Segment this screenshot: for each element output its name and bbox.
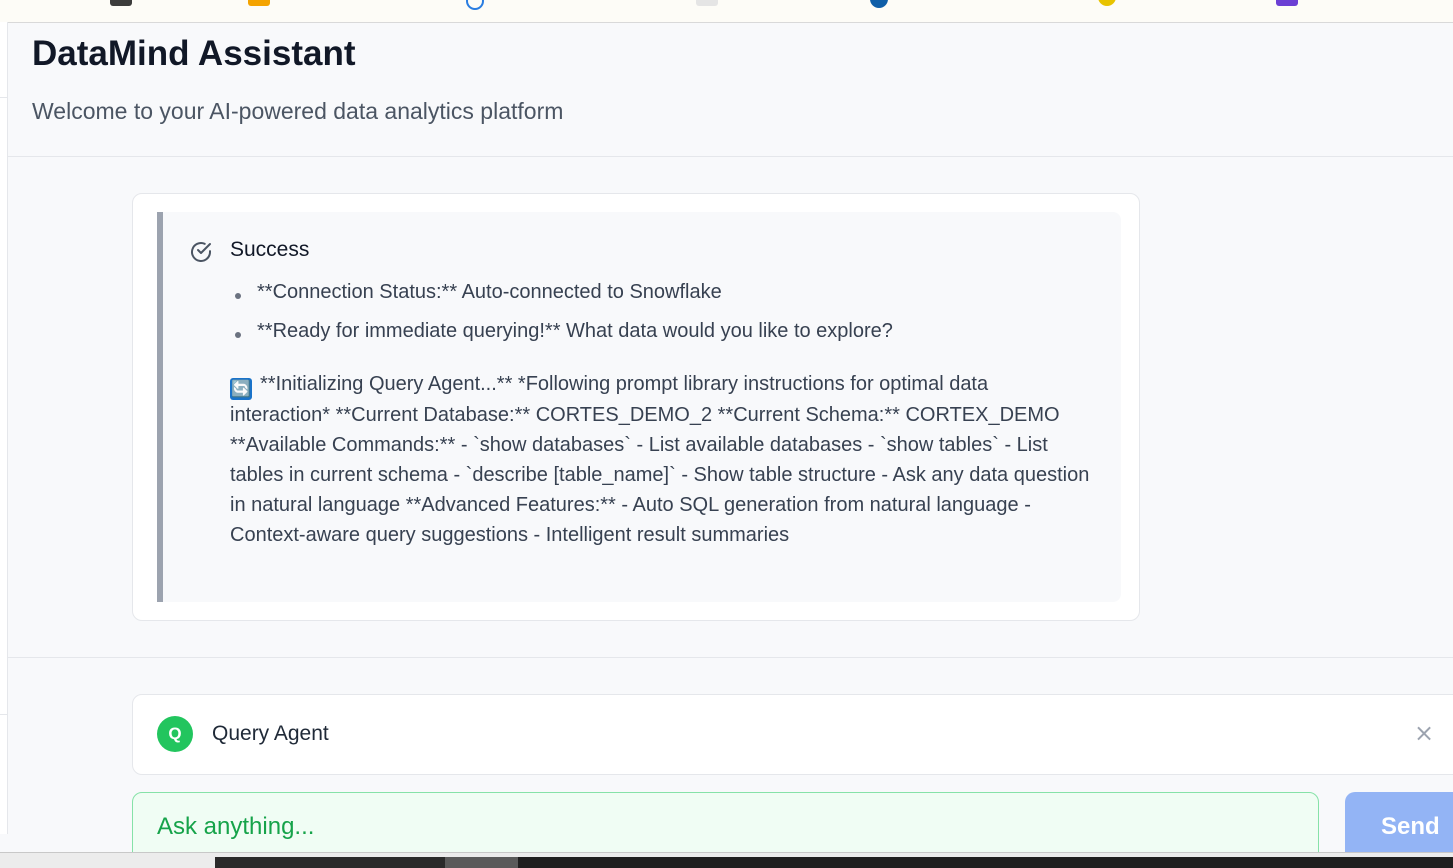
refresh-icon: 🔄 (230, 378, 252, 400)
bookmark-icon[interactable] (1276, 0, 1298, 6)
check-circle-icon (191, 242, 211, 262)
bookmark-icon[interactable] (466, 0, 484, 10)
rail-divider (0, 97, 7, 98)
close-icon[interactable]: × (1414, 721, 1434, 745)
alert-title: Success (230, 238, 310, 261)
selected-agent-bar: Q Query Agent × (132, 694, 1453, 775)
browser-bookmarks-bar (0, 0, 1453, 23)
agent-avatar: Q (157, 716, 193, 752)
section-divider (8, 657, 1453, 658)
page-title: DataMind Assistant (32, 34, 356, 73)
bookmark-icon[interactable] (1098, 0, 1116, 6)
agent-name: Query Agent (212, 722, 329, 745)
taskbar (0, 852, 1453, 868)
bookmark-icon[interactable] (248, 0, 270, 6)
status-bullet-list: **Connection Status:** Auto-connected to… (233, 278, 893, 356)
page-subtitle: Welcome to your AI-powered data analytic… (32, 98, 564, 124)
list-item: **Connection Status:** Auto-connected to… (233, 278, 893, 317)
agent-info-text: 🔄 **Initializing Query Agent...** *Follow… (230, 369, 1090, 550)
agent-info-body: **Initializing Query Agent...** *Followi… (230, 373, 1090, 546)
page-header: DataMind Assistant Welcome to your AI-po… (8, 22, 1453, 157)
success-alert: Success **Connection Status:** Auto-conn… (157, 212, 1121, 602)
taskbar-item[interactable] (215, 857, 445, 868)
bookmark-icon[interactable] (870, 0, 888, 8)
rail-divider (0, 714, 7, 715)
bookmark-icon[interactable] (110, 0, 132, 6)
taskbar-item[interactable] (518, 857, 1453, 868)
taskbar-item[interactable] (445, 857, 518, 868)
assistant-message-card: Success **Connection Status:** Auto-conn… (132, 193, 1140, 621)
bookmark-icon[interactable] (696, 0, 718, 6)
left-sidebar-edge (0, 22, 8, 834)
list-item: **Ready for immediate querying!** What d… (233, 317, 893, 356)
